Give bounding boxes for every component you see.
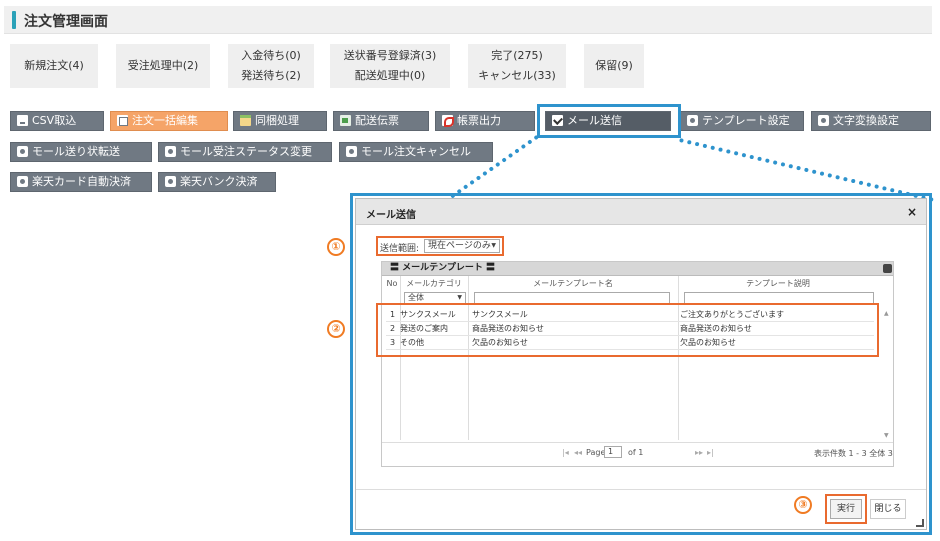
page-header: 注文管理画面	[4, 6, 932, 34]
prev-page-icon[interactable]: ◂◂	[574, 448, 582, 457]
callout-2: ②	[327, 320, 345, 338]
status-tab-payment-shipping[interactable]: 入金待ち(0) 発送待ち(2)	[228, 44, 314, 88]
bundle-button[interactable]: 同梱処理	[233, 111, 327, 131]
col-header-no: No	[386, 279, 398, 288]
gear-icon	[17, 146, 28, 157]
close-button[interactable]: 閉じる	[870, 499, 906, 519]
document-icon	[340, 115, 351, 126]
slip-button[interactable]: 配送伝票	[333, 111, 429, 131]
scroll-down-icon[interactable]: ▼	[884, 432, 889, 439]
col-header-name[interactable]: メールテンプレート名	[470, 277, 676, 291]
last-page-icon[interactable]: ▸|	[707, 448, 714, 457]
page-label: Page	[586, 448, 606, 457]
close-icon[interactable]: ×	[907, 205, 917, 219]
resize-handle-icon[interactable]	[916, 519, 924, 527]
template-grid: 〓 メールテンプレート 〓 No メールカテゴリ メールテンプレート名 テンプレ…	[381, 261, 894, 467]
record-count: 表示件数 1 - 3 全体 3	[814, 449, 893, 458]
form-output-button[interactable]: 帳票出力	[435, 111, 535, 131]
rakuten-card-button[interactable]: 楽天カード自動決済	[10, 172, 152, 192]
gear-icon	[687, 115, 698, 126]
grid-titlebar: 〓 メールテンプレート 〓	[382, 262, 893, 276]
mall-cancel-button[interactable]: モール注文キャンセル	[339, 142, 493, 162]
status-tab-complete-cancel[interactable]: 完了(275) キャンセル(33)	[468, 44, 566, 88]
status-tab-hold[interactable]: 保留(9)	[584, 44, 644, 88]
first-page-icon[interactable]: |◂	[562, 448, 569, 457]
status-tab-processing[interactable]: 受注処理中(2)	[116, 44, 210, 88]
col-header-category[interactable]: メールカテゴリ	[402, 277, 466, 291]
mall-transfer-button[interactable]: モール送り状転送	[10, 142, 152, 162]
callout-1: ①	[327, 238, 345, 256]
gear-icon	[165, 146, 176, 157]
char-convert-button[interactable]: 文字変換設定	[811, 111, 931, 131]
gear-icon	[165, 176, 176, 187]
gear-icon	[818, 115, 829, 126]
edit-icon	[117, 115, 128, 126]
page-number-input[interactable]: 1	[604, 446, 622, 458]
status-tab-new[interactable]: 新規注文(4)	[10, 44, 98, 88]
mail-send-dialog: メール送信 × 送信範囲: 現在ページのみ ▼ 〓 メールテンプレート 〓 No …	[355, 198, 927, 530]
pdf-icon	[442, 115, 454, 127]
col-header-desc[interactable]: テンプレート説明	[680, 277, 876, 291]
header-accent-bar	[12, 11, 16, 29]
csv-import-button[interactable]: CSV取込	[10, 111, 104, 131]
dialog-title: メール送信	[366, 210, 416, 221]
gear-icon	[346, 146, 357, 157]
rakuten-bank-button[interactable]: 楽天バンク決済	[158, 172, 276, 192]
next-page-icon[interactable]: ▸▸	[695, 448, 703, 457]
bulk-edit-button[interactable]: 注文一括編集	[110, 111, 228, 131]
download-icon	[17, 115, 28, 126]
calendar-icon	[240, 115, 251, 126]
collapse-icon[interactable]	[883, 264, 892, 273]
callout-3: ③	[794, 496, 812, 514]
mall-status-change-button[interactable]: モール受注ステータス変更	[158, 142, 332, 162]
scope-callout-box	[376, 236, 504, 256]
status-tab-tracking-delivery[interactable]: 送状番号登録済(3) 配送処理中(0)	[330, 44, 450, 88]
page-title: 注文管理画面	[24, 14, 108, 30]
page-of-label: of 1	[628, 448, 644, 457]
execute-callout-box	[825, 494, 867, 524]
scroll-up-icon[interactable]: ▲	[884, 310, 889, 317]
template-settings-button[interactable]: テンプレート設定	[680, 111, 804, 131]
mail-button-highlight	[537, 104, 681, 138]
chevron-down-icon: ▼	[457, 294, 462, 301]
dialog-header: メール送信 ×	[356, 199, 926, 225]
rows-callout-box	[376, 303, 879, 357]
gear-icon	[17, 176, 28, 187]
